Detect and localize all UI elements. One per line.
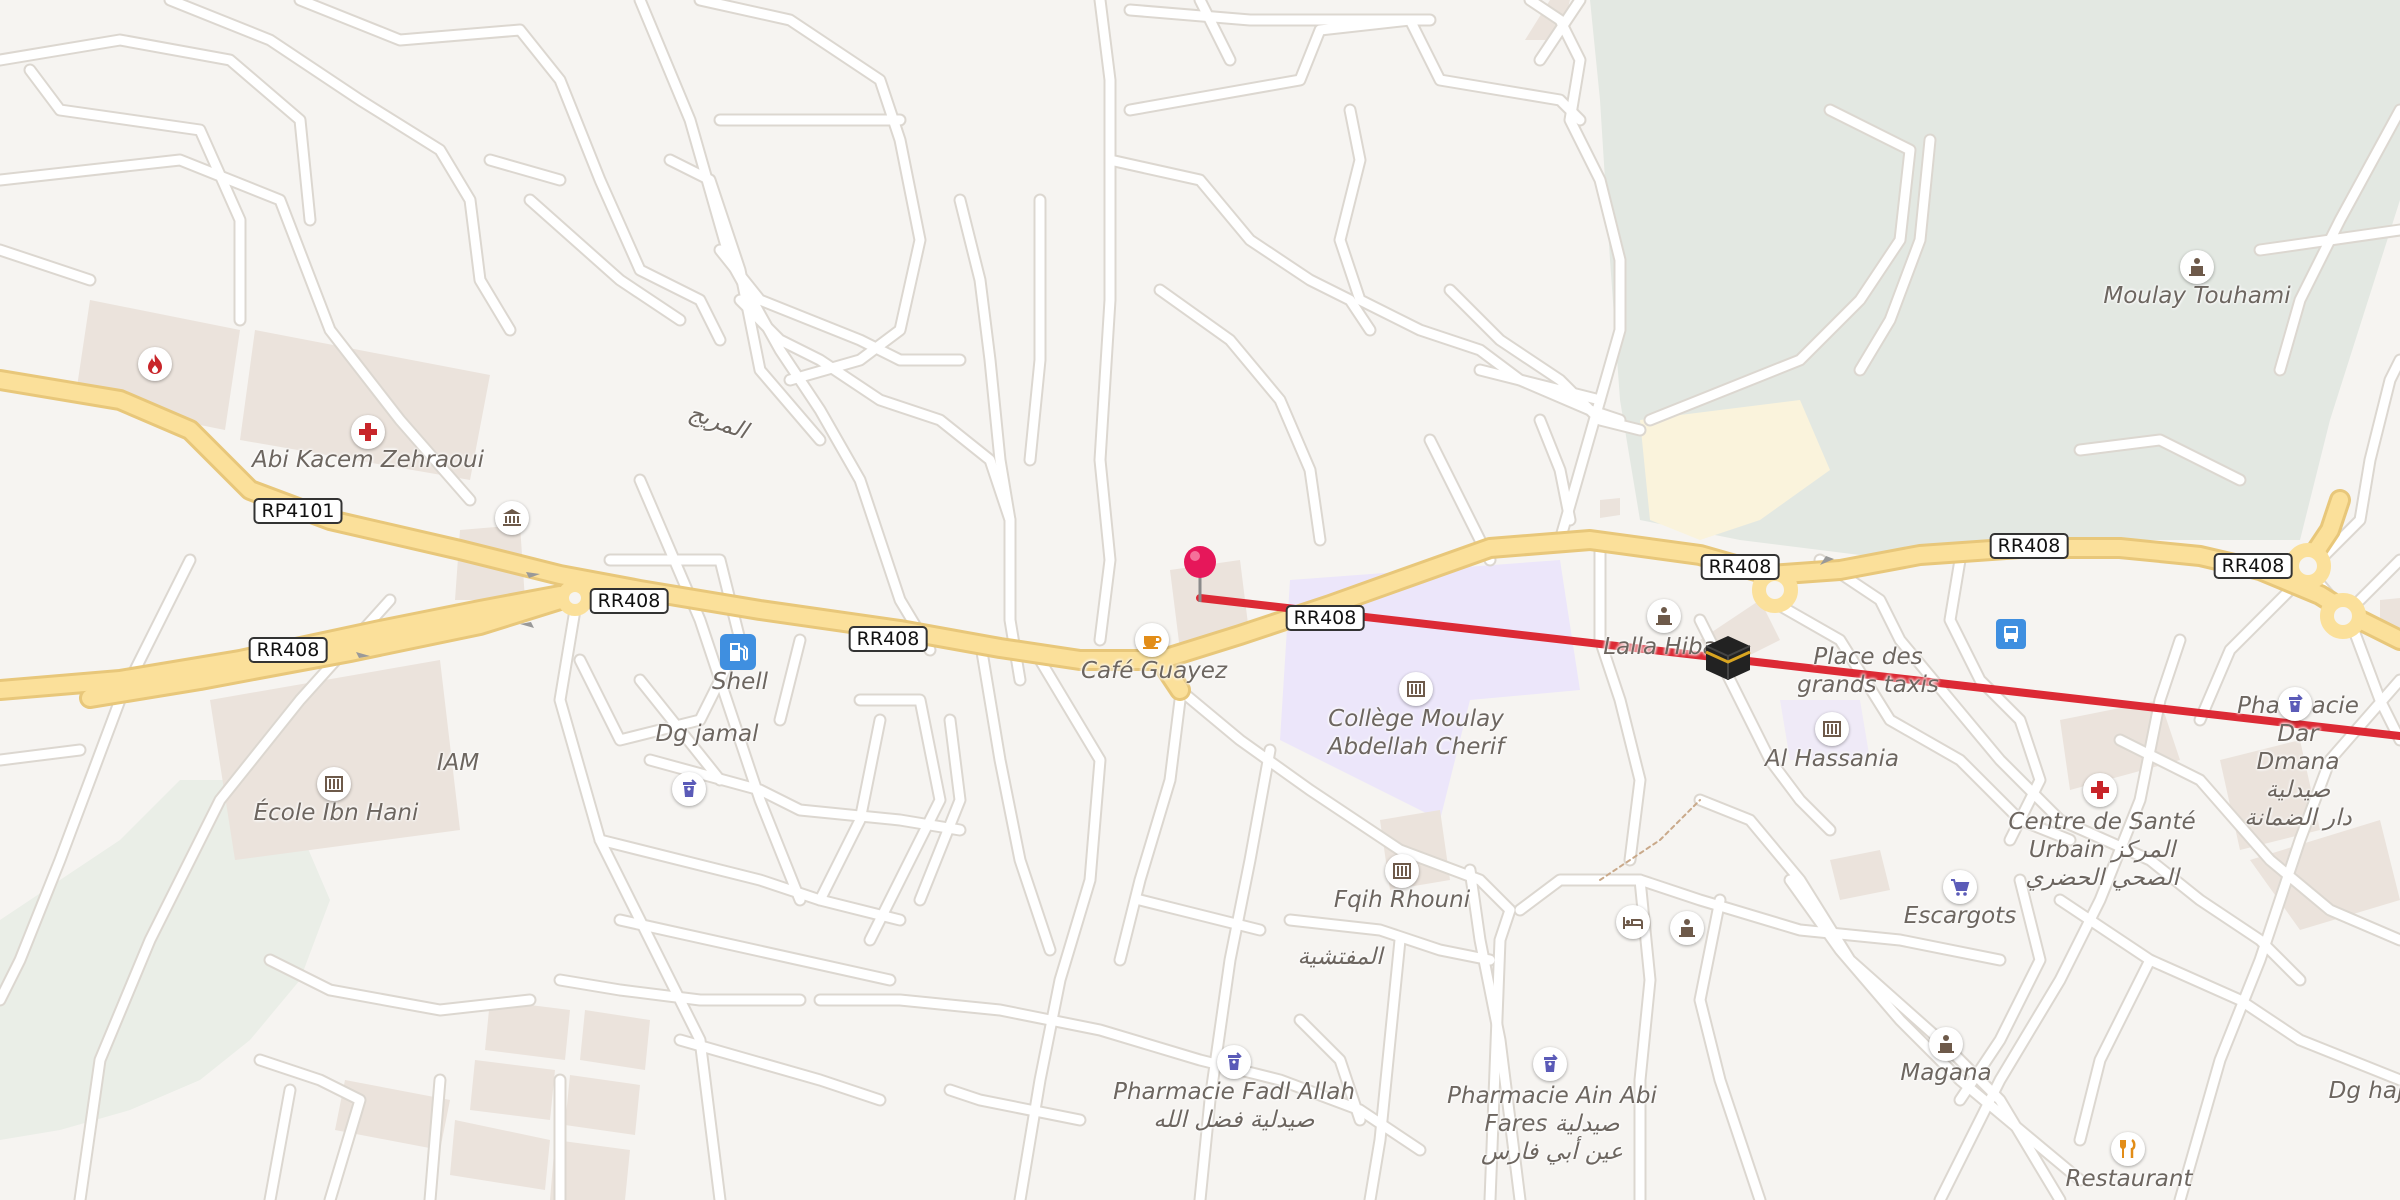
place-label-pharmacie-fadl-allah[interactable]: Pharmacie Fadl Allah صيدلية فضل الله [1113, 1078, 1355, 1134]
place-label-college[interactable]: Collège Moulay Abdellah Cherif [1328, 705, 1505, 761]
road-shield-rr408: RR408 [589, 588, 669, 614]
fire-station-icon[interactable] [138, 347, 172, 381]
place-label-cafe-guayez[interactable]: Café Guayez [1081, 657, 1227, 685]
place-label-escargots[interactable]: Escargots [1904, 902, 2016, 930]
road-shield-rr408: RR408 [1285, 605, 1365, 631]
place-label-centre-sante[interactable]: Centre de Santé Urbain المركز الصحي الحض… [2008, 808, 2195, 892]
school-icon[interactable] [1399, 672, 1433, 706]
memorial-icon[interactable] [1670, 911, 1704, 945]
road-shield-rr408: RR408 [848, 626, 928, 652]
bus-stop-icon[interactable] [1996, 619, 2026, 649]
hospital-cross-icon[interactable] [351, 415, 385, 449]
place-label-dg-haj[interactable]: Dg haj [2329, 1077, 2400, 1105]
road-shield-rp4101: RP4101 [253, 498, 343, 524]
place-label-ecole-ibn-hani[interactable]: École Ibn Hani [254, 799, 419, 827]
fork-knife-icon[interactable] [2111, 1132, 2145, 1166]
road-shield-rr408: RR408 [1989, 533, 2069, 559]
school-icon[interactable] [1815, 712, 1849, 746]
place-label-shell[interactable]: Shell [712, 668, 768, 696]
pharmacy-icon[interactable] [1217, 1045, 1251, 1079]
cafe-cup-icon[interactable] [1135, 623, 1169, 657]
place-label-fqih-rhouni[interactable]: Fqih Rhouni [1334, 886, 1470, 914]
school-icon[interactable] [1385, 854, 1419, 888]
kaaba-mosque-icon[interactable] [1700, 630, 1756, 686]
memorial-icon[interactable] [1929, 1027, 1963, 1061]
memorial-icon[interactable] [1647, 599, 1681, 633]
town-hall-icon[interactable] [495, 501, 529, 535]
place-label-pharmacie-ain-abi-fares[interactable]: Pharmacie Ain Abi Fares صيدلية عين أبي ف… [1447, 1082, 1657, 1166]
road-shield-rr408: RR408 [1700, 554, 1780, 580]
fuel-pump-icon[interactable] [720, 634, 756, 670]
shopping-cart-icon[interactable] [1943, 870, 1977, 904]
place-label-al-hassania[interactable]: Al Hassania [1765, 745, 1899, 773]
place-label-abi-kacem[interactable]: Abi Kacem Zehraoui [252, 446, 484, 474]
place-label-moulay-touhami[interactable]: Moulay Touhami [2103, 282, 2290, 310]
place-label-restaurant[interactable]: Restaurant [2066, 1165, 2193, 1193]
memorial-icon[interactable] [2180, 250, 2214, 284]
map-canvas[interactable]: RP4101 RR408 RR408 RR408 RR408 RR408 RR4… [0, 0, 2400, 1200]
road-shield-rr408: RR408 [248, 637, 328, 663]
place-label-moufatichia[interactable]: المفتشية [1297, 943, 1382, 971]
pharmacy-icon[interactable] [2278, 687, 2312, 721]
place-label-place-taxis[interactable]: Place des grands taxis [1797, 643, 1939, 699]
location-pin-icon[interactable] [1182, 544, 1218, 604]
pharmacy-icon[interactable] [672, 772, 706, 806]
road-shield-rr408: RR408 [2213, 553, 2293, 579]
pharmacy-icon[interactable] [1533, 1047, 1567, 1081]
school-icon[interactable] [317, 767, 351, 801]
place-label-iam[interactable]: IAM [437, 749, 479, 777]
hospital-cross-icon[interactable] [2083, 773, 2117, 807]
place-label-magana[interactable]: Magana [1900, 1059, 1991, 1087]
hotel-bed-icon[interactable] [1616, 905, 1650, 939]
place-label-dg-jamal[interactable]: Dg jamal [656, 720, 759, 748]
